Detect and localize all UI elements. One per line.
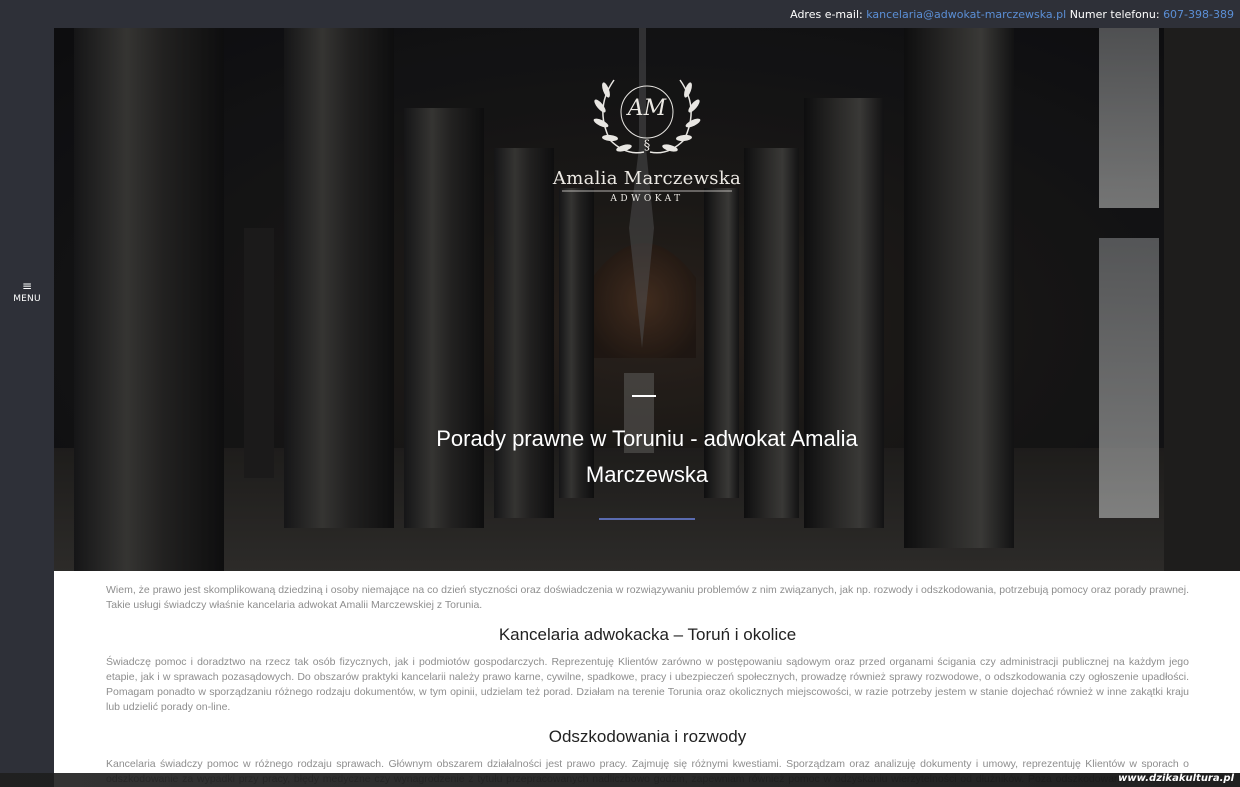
section-heading-odszkodowania: Odszkodowania i rozwody — [548, 727, 747, 746]
hamburger-icon[interactable]: ≡ — [0, 280, 54, 292]
phone-label: Numer telefonu: — [1069, 8, 1160, 21]
section-heading-kancelaria: Kancelaria adwokacka – Toruń i okolice — [498, 625, 797, 644]
intro-paragraph: Wiem, że prawo jest skomplikowaną dziedz… — [106, 584, 1189, 611]
section-paragraph-kancelaria: Świadczę pomoc i doradztwo na rzecz tak … — [106, 656, 1189, 713]
menu-label[interactable]: MENU — [0, 294, 54, 304]
brand-subtitle: ADWOKAT — [610, 194, 684, 204]
logo-monogram: AM — [627, 96, 667, 121]
hero-dash-divider — [632, 395, 656, 397]
watermark-bar: www.dzikakultura.pl — [0, 773, 1240, 787]
email-link[interactable]: kancelaria@adwokat-marczewska.pl — [866, 8, 1066, 21]
menu-button[interactable]: ≡ MENU — [0, 280, 54, 304]
watermark-text: www.dzikakultura.pl — [1118, 773, 1234, 784]
phone-link[interactable]: 607-398-389 — [1163, 8, 1234, 21]
hero-title: Porady prawne w Toruniu - adwokat Amalia… — [436, 426, 858, 487]
sidebar: ≡ MENU — [0, 28, 54, 787]
hero-banner: AM § Amalia Marczewska ADWOKAT Porady pr… — [54, 28, 1240, 571]
contact-info: Adres e-mail: kancelaria@adwokat-marczew… — [790, 8, 1234, 21]
email-label: Adres e-mail: — [790, 8, 863, 21]
section-sign-icon: § — [643, 138, 651, 153]
top-contact-bar: Adres e-mail: kancelaria@adwokat-marczew… — [0, 0, 1240, 28]
brand-name[interactable]: Amalia Marczewska — [524, 168, 770, 189]
hero-accent-line — [599, 518, 695, 520]
main-content: Wiem, że prawo jest skomplikowaną dziedz… — [54, 571, 1240, 787]
